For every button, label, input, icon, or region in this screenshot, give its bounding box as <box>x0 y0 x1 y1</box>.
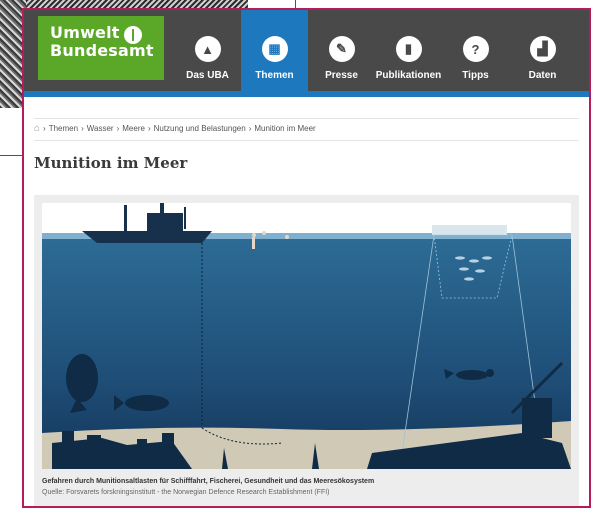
breadcrumb-separator: › <box>248 124 252 133</box>
nav-item-daten[interactable]: ▟ Daten <box>509 10 576 91</box>
nav-item-label: Publikationen <box>375 70 442 81</box>
book-icon: ▮ <box>395 36 422 62</box>
figure-caption: Gefahren durch Munitionsaltlasten für Sc… <box>42 478 375 485</box>
nav-item-label: Themen <box>255 70 294 81</box>
logo-line1: Umwelt <box>50 23 120 42</box>
breadcrumb-separator: › <box>81 124 84 133</box>
infographic-figure: Gefahren durch Munitionsaltlasten für Sc… <box>34 195 579 506</box>
main-navigation: ▲ Das UBA ▦ Themen ✎ Presse ▮ Publikationen? Tip… <box>174 10 576 91</box>
breadcrumb-item[interactable]: Wasser <box>87 124 114 133</box>
bar-chart-icon: ▟ <box>529 36 556 62</box>
breadcrumb-item[interactable]: Themen <box>49 124 78 133</box>
newspaper-icon: ✎ <box>328 36 355 62</box>
page-title: Munition im Meer <box>34 154 188 172</box>
nav-item-presse[interactable]: ✎ Presse <box>308 10 375 91</box>
logo-line2: Bundesamt <box>50 41 154 60</box>
figure-source: Quelle: Forsvarets forskningsinstitutt -… <box>42 489 330 496</box>
nav-item-publikationen[interactable]: ▮ Publikationen <box>375 10 442 91</box>
breadcrumb-separator: › <box>116 124 120 133</box>
uba-logo[interactable]: Umwelt Bundesamt <box>38 16 164 80</box>
nav-accent-bar <box>24 91 589 97</box>
browser-frame: Umwelt Bundesamt ▲ Das UBA ▦ Themen ✎ Presse ▮… <box>22 8 591 508</box>
nav-item-label: Tipps <box>462 70 489 81</box>
nav-item-das-uba[interactable]: ▲ Das UBA <box>174 10 241 91</box>
nav-item-label: Daten <box>528 70 557 81</box>
nav-item-label: Presse <box>325 70 358 81</box>
nav-item-label: Das UBA <box>186 70 229 81</box>
logo-tree-icon <box>124 26 142 44</box>
munitions-illustration[interactable] <box>42 203 571 469</box>
header-bar: Umwelt Bundesamt ▲ Das UBA ▦ Themen ✎ Presse ▮… <box>24 10 589 91</box>
breadcrumb-separator: › <box>43 124 46 133</box>
breadcrumb-separator: › <box>147 124 151 133</box>
grid-icon: ▦ <box>261 36 288 62</box>
nav-item-themen[interactable]: ▦ Themen <box>241 10 308 91</box>
nav-item-tipps[interactable]: ? Tipps <box>442 10 509 91</box>
breadcrumb-item[interactable]: Meere <box>122 124 145 133</box>
building-icon: ▲ <box>194 36 221 62</box>
divider <box>34 140 579 141</box>
divider <box>34 118 579 119</box>
home-icon[interactable]: ⌂ <box>34 123 40 134</box>
breadcrumb-item[interactable]: Nutzung und Belastungen <box>154 124 246 133</box>
breadcrumb-item: Munition im Meer <box>254 124 316 133</box>
lightbulb-icon: ? <box>462 36 489 62</box>
breadcrumb: ⌂ › Themen › Wasser › Meere › Nutzung und Belas… <box>34 123 316 134</box>
